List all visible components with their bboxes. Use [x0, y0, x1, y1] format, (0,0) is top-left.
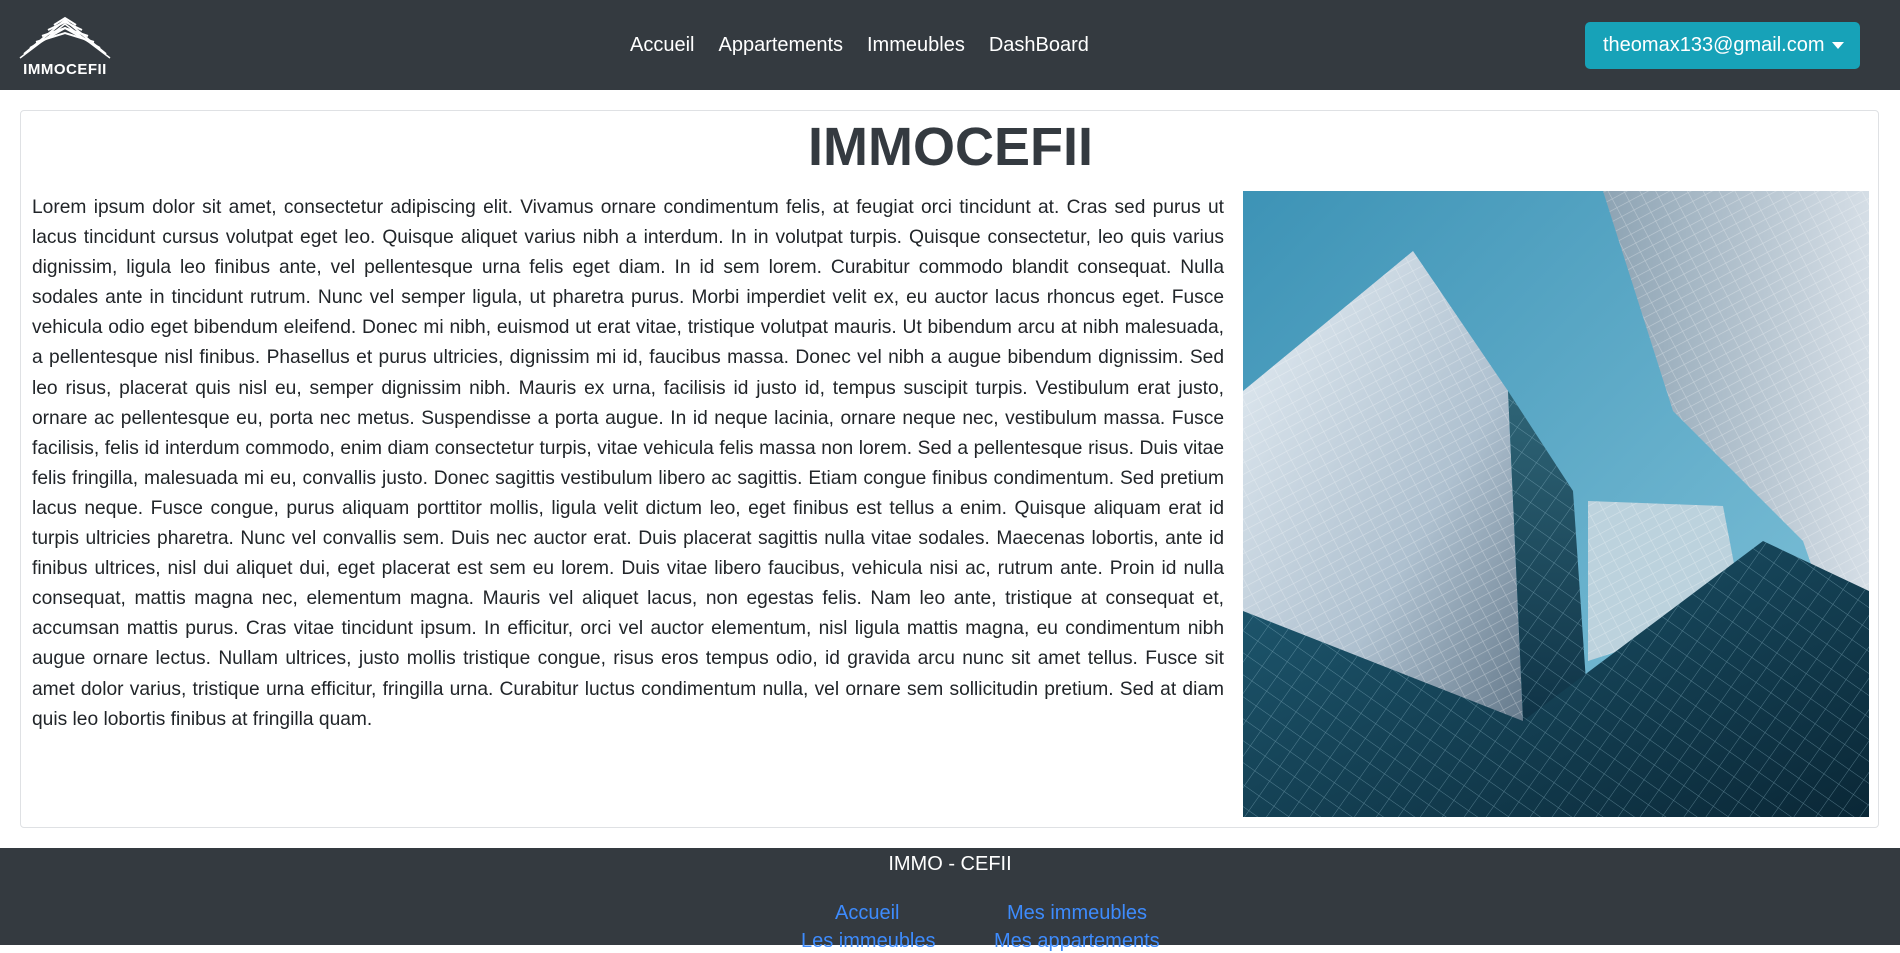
main-nav: Accueil Appartements Immeubles DashBoard	[630, 0, 1113, 90]
intro-paragraph: Lorem ipsum dolor sit amet, consectetur …	[32, 197, 1224, 730]
footer-link-les-immeubles[interactable]: Les immeubles	[801, 930, 936, 953]
user-email: theomax133@gmail.com	[1603, 34, 1825, 56]
footer-link-mes-appartements[interactable]: Mes appartements	[994, 930, 1160, 953]
nav-link-appartements[interactable]: Appartements	[718, 34, 843, 57]
footer-title: IMMO - CEFII	[888, 853, 1012, 875]
building-logo-icon	[19, 16, 111, 59]
brand-name: IMMOCEFII	[23, 61, 107, 78]
building-image	[1243, 191, 1869, 817]
nav-link-immeubles[interactable]: Immeubles	[867, 34, 965, 57]
navbar: IMMOCEFII Accueil Appartements Immeubles…	[0, 0, 1900, 90]
user-dropdown-button[interactable]: theomax133@gmail.com	[1585, 22, 1860, 69]
nav-link-accueil[interactable]: Accueil	[630, 34, 694, 57]
footer-link-mes-immeubles[interactable]: Mes immeubles	[1007, 902, 1147, 925]
page-title: IMMOCEFII	[808, 117, 1093, 177]
skyscraper-photo	[1243, 191, 1869, 817]
brand-logo[interactable]: IMMOCEFII	[18, 12, 112, 80]
content-card: IMMOCEFII Lorem ipsum dolor sit amet, co…	[20, 110, 1879, 828]
caret-down-icon	[1832, 42, 1844, 49]
nav-link-dashboard[interactable]: DashBoard	[989, 34, 1089, 57]
footer-link-accueil[interactable]: Accueil	[835, 902, 899, 925]
